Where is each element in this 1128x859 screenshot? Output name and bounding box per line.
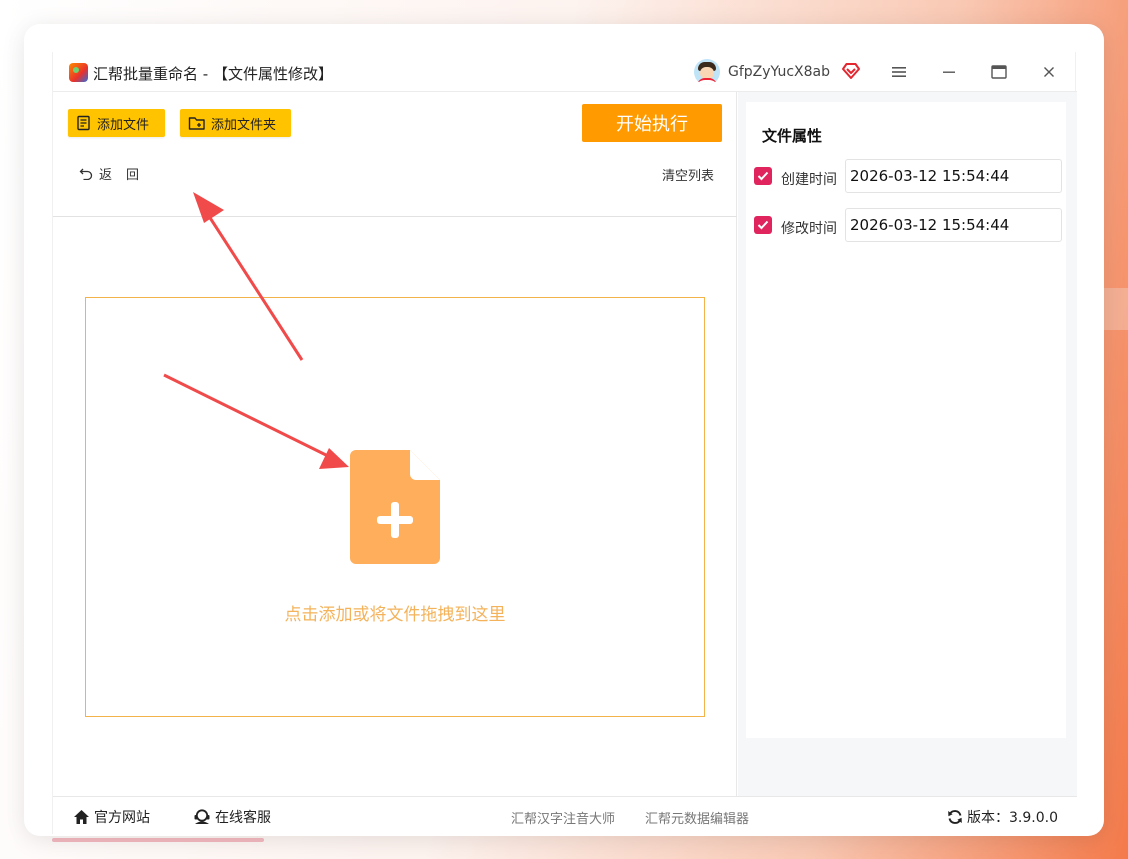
home-icon bbox=[74, 810, 89, 824]
refresh-icon bbox=[948, 810, 962, 824]
back-label: 返回 bbox=[99, 168, 154, 183]
app-frame: 汇帮批量重命名 - 【文件属性修改】 GfpZyYucX8ab 添加文件 添加文… bbox=[52, 52, 1077, 834]
version-label: 版本：3.9.0.0 bbox=[967, 810, 1058, 826]
desktop-taskbar-hint bbox=[52, 838, 264, 842]
add-folder-label: 添加文件夹 bbox=[211, 117, 277, 133]
undo-arrow-icon bbox=[79, 168, 93, 180]
modified-time-label: 修改时间 bbox=[781, 221, 837, 237]
official-website-label: 官方网站 bbox=[94, 810, 150, 826]
add-file-button[interactable]: 添加文件 bbox=[68, 109, 165, 137]
created-time-checkbox[interactable] bbox=[754, 167, 772, 185]
created-time-label: 创建时间 bbox=[781, 172, 837, 188]
check-icon bbox=[757, 171, 769, 181]
hamburger-icon bbox=[892, 67, 906, 77]
properties-panel: 文件属性 创建时间 修改时间 bbox=[738, 92, 1077, 796]
modified-time-row: 修改时间 bbox=[754, 208, 1064, 242]
clear-list-button[interactable]: 清空列表 bbox=[662, 165, 714, 184]
menu-button[interactable] bbox=[886, 60, 912, 84]
drop-hint: 点击添加或将文件拖拽到这里 bbox=[284, 605, 506, 625]
headset-icon bbox=[194, 809, 210, 824]
start-button[interactable]: 开始执行 bbox=[582, 104, 722, 142]
minimize-icon bbox=[943, 71, 955, 73]
close-icon bbox=[1044, 67, 1054, 77]
list-divider bbox=[53, 216, 737, 217]
properties-title: 文件属性 bbox=[762, 127, 823, 145]
add-folder-button[interactable]: 添加文件夹 bbox=[180, 109, 291, 137]
version-info[interactable]: 版本：3.9.0.0 bbox=[947, 807, 1058, 827]
file-list-panel: 添加文件 添加文件夹 开始执行 返回 清空列表 点击添加或将文件拖拽到这里 bbox=[53, 92, 737, 796]
metadata-editor-link[interactable]: 汇帮元数据编辑器 bbox=[645, 808, 749, 827]
user-avatar[interactable] bbox=[694, 59, 720, 85]
created-time-row: 创建时间 bbox=[754, 159, 1064, 193]
maximize-icon bbox=[991, 65, 1007, 79]
file-list-icon bbox=[77, 115, 90, 131]
online-service-label: 在线客服 bbox=[215, 810, 271, 826]
file-add-icon bbox=[350, 450, 440, 564]
check-icon bbox=[757, 220, 769, 230]
username[interactable]: GfpZyYucX8ab bbox=[728, 64, 830, 80]
vip-diamond-icon[interactable] bbox=[841, 62, 861, 80]
pinyin-master-link[interactable]: 汇帮汉字注音大师 bbox=[511, 808, 615, 827]
title-bar: 汇帮批量重命名 - 【文件属性修改】 GfpZyYucX8ab bbox=[53, 52, 1077, 92]
back-button[interactable]: 返回 bbox=[79, 164, 153, 183]
minimize-button[interactable] bbox=[936, 60, 962, 84]
app-window: 汇帮批量重命名 - 【文件属性修改】 GfpZyYucX8ab 添加文件 添加文… bbox=[24, 24, 1104, 836]
add-file-label: 添加文件 bbox=[97, 117, 150, 133]
desktop-accent bbox=[1102, 288, 1128, 330]
official-website-link[interactable]: 官方网站 bbox=[73, 807, 150, 827]
drop-zone[interactable]: 点击添加或将文件拖拽到这里 bbox=[85, 297, 705, 717]
window-title: 汇帮批量重命名 - 【文件属性修改】 bbox=[93, 65, 333, 83]
close-button[interactable] bbox=[1036, 60, 1062, 84]
properties-card: 文件属性 创建时间 修改时间 bbox=[746, 102, 1066, 738]
folder-add-icon bbox=[188, 117, 205, 130]
app-logo-icon bbox=[69, 63, 88, 82]
maximize-button[interactable] bbox=[986, 60, 1012, 84]
online-service-link[interactable]: 在线客服 bbox=[193, 807, 271, 827]
created-time-input[interactable] bbox=[845, 159, 1062, 193]
modified-time-checkbox[interactable] bbox=[754, 216, 772, 234]
footer-bar: 官方网站 在线客服 汇帮汉字注音大师 汇帮元数据编辑器 版本：3.9.0.0 bbox=[53, 796, 1077, 834]
modified-time-input[interactable] bbox=[845, 208, 1062, 242]
